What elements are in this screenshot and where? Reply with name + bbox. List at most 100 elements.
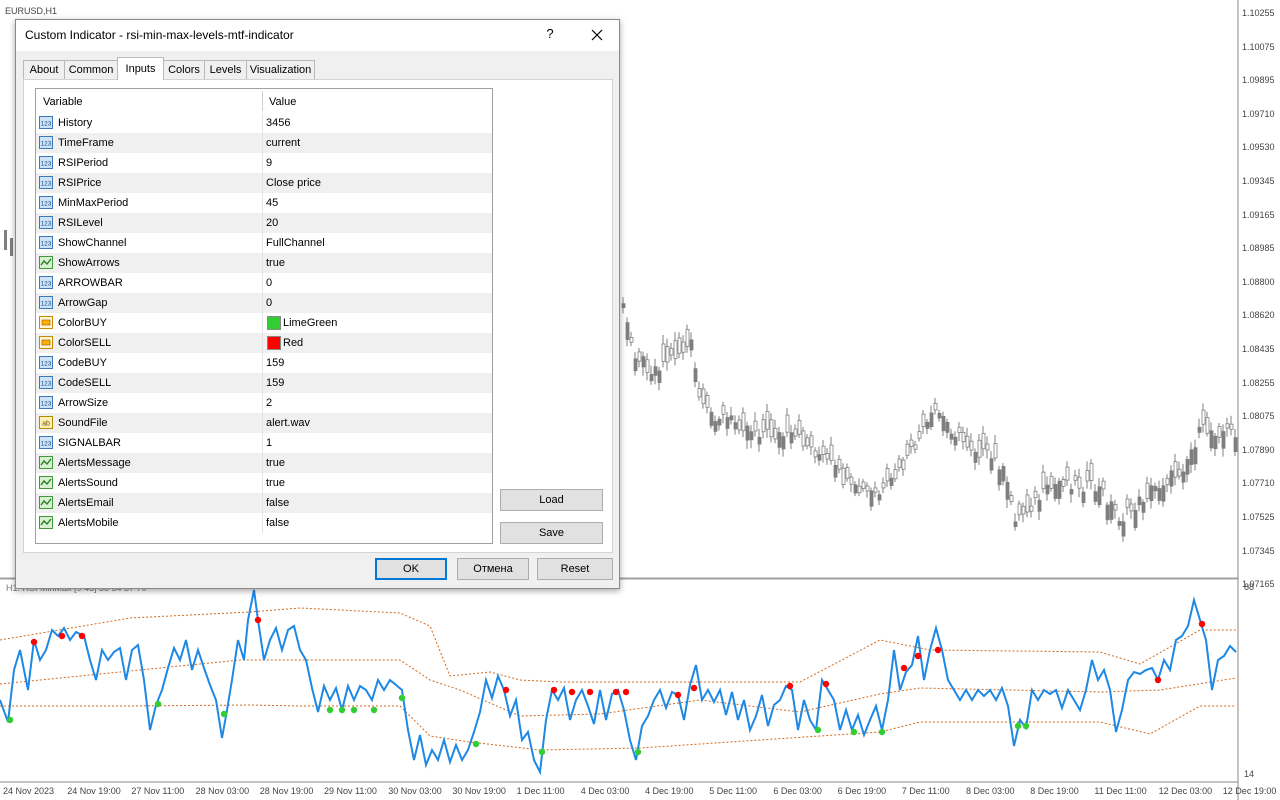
time-tick: 1 Dec 11:00 (516, 786, 565, 796)
column-variable[interactable]: Variable (43, 96, 83, 108)
reset-button[interactable]: Reset (537, 558, 613, 580)
param-row[interactable]: 123 RSIPeriod 9 (36, 153, 492, 173)
candle (673, 340, 678, 360)
param-row[interactable]: 123 CodeSELL 159 (36, 373, 492, 393)
svg-text:123: 123 (41, 301, 52, 308)
candle (717, 418, 722, 426)
param-row[interactable]: 123 SIGNALBAR 1 (36, 433, 492, 453)
param-name: AlertsMessage (58, 457, 131, 469)
param-value-cell[interactable]: 159 (262, 353, 492, 373)
param-row[interactable]: AlertsMobile false (36, 513, 492, 533)
candle (745, 425, 750, 441)
time-tick: 4 Dec 03:00 (580, 786, 630, 796)
param-row[interactable]: 123 RSILevel 20 (36, 213, 492, 233)
param-value-cell[interactable]: 3456 (262, 113, 492, 133)
candle (957, 426, 962, 433)
param-value-cell[interactable]: Red (262, 333, 492, 353)
param-row[interactable]: AlertsMessage true (36, 453, 492, 473)
param-value-cell[interactable]: 9 (262, 153, 492, 173)
param-value-cell[interactable]: Close price (262, 173, 492, 193)
tab-visualization[interactable]: Visualization (246, 60, 315, 79)
close-button[interactable] (582, 24, 612, 46)
candle (769, 419, 774, 438)
param-value-cell[interactable]: true (262, 473, 492, 493)
bool-icon (39, 516, 53, 529)
param-value-cell[interactable]: 2 (262, 393, 492, 413)
price-tick: 1.10075 (1242, 41, 1275, 52)
param-row[interactable]: 123 MinMaxPeriod 45 (36, 193, 492, 213)
param-row[interactable]: 123 History 3456 (36, 113, 492, 133)
buy-arrow (350, 706, 358, 714)
help-button[interactable]: ? (538, 26, 562, 46)
tab-colors[interactable]: Colors (163, 60, 205, 79)
param-row[interactable]: 123 RSIPrice Close price (36, 173, 492, 193)
sell-arrow (690, 684, 698, 692)
param-row[interactable]: 123 ShowChannel FullChannel (36, 233, 492, 253)
sell-arrow (568, 688, 576, 696)
param-row[interactable]: ab SoundFile alert.wav (36, 413, 492, 433)
param-value-cell[interactable]: false (262, 493, 492, 513)
candle (993, 443, 998, 459)
param-value-cell[interactable]: current (262, 133, 492, 153)
param-row[interactable]: AlertsEmail false (36, 493, 492, 513)
candle (801, 430, 806, 447)
candle (10, 238, 13, 256)
candle (753, 420, 758, 432)
param-value: false (266, 517, 290, 529)
param-value-cell[interactable]: 0 (262, 273, 492, 293)
candle (1157, 488, 1162, 501)
inputs-grid: Variable Value 123 History 3456 123 TimeFram… (35, 88, 493, 544)
candle (1033, 490, 1038, 498)
candle (1209, 430, 1214, 449)
tab-levels[interactable]: Levels (204, 60, 247, 79)
param-value-cell[interactable]: 45 (262, 193, 492, 213)
candle (981, 432, 986, 450)
param-value-cell[interactable]: 20 (262, 213, 492, 233)
tab-inputs[interactable]: Inputs (117, 57, 164, 80)
sell-arrow (674, 691, 682, 699)
cancel-button[interactable]: Отмена (457, 558, 529, 580)
rsi-channel (0, 607, 1237, 751)
param-value-cell[interactable]: false (262, 513, 492, 533)
param-value-cell[interactable]: FullChannel (262, 233, 492, 253)
save-button[interactable]: Save (500, 522, 603, 544)
param-row[interactable]: 123 CodeBUY 159 (36, 353, 492, 373)
param-row[interactable]: ShowArrows true (36, 253, 492, 273)
candle (1001, 466, 1006, 482)
param-value-cell[interactable]: true (262, 253, 492, 273)
candle (665, 346, 670, 363)
buy-arrow (220, 710, 228, 718)
candle (705, 395, 710, 408)
param-row[interactable]: 123 ArrowGap 0 (36, 293, 492, 313)
param-value-cell[interactable]: 1 (262, 433, 492, 453)
param-name: SIGNALBAR (58, 437, 121, 449)
candle (713, 421, 718, 432)
candle (1137, 496, 1142, 506)
tab-about[interactable]: About (23, 60, 65, 79)
param-row[interactable]: ColorSELL Red (36, 333, 492, 353)
candle (941, 416, 946, 432)
column-value[interactable]: Value (269, 96, 296, 108)
param-row[interactable]: AlertsSound true (36, 473, 492, 493)
param-value-cell[interactable]: true (262, 453, 492, 473)
param-value-cell[interactable]: alert.wav (262, 413, 492, 433)
param-value-cell[interactable]: 159 (262, 373, 492, 393)
string-icon: ab (39, 416, 53, 429)
param-value-cell[interactable]: LimeGreen (262, 313, 492, 333)
param-row[interactable]: 123 ARROWBAR 0 (36, 273, 492, 293)
svg-text:123: 123 (41, 161, 52, 168)
time-tick: 5 Dec 11:00 (709, 786, 758, 796)
ok-button[interactable]: OK (375, 558, 447, 580)
param-row[interactable]: ColorBUY LimeGreen (36, 313, 492, 333)
candle (1081, 491, 1086, 503)
param-row[interactable]: 123 ArrowSize 2 (36, 393, 492, 413)
tab-common[interactable]: Common (64, 60, 118, 79)
load-button[interactable]: Load (500, 489, 603, 511)
time-tick: 28 Nov 03:00 (195, 786, 250, 796)
candle (1045, 484, 1050, 495)
param-value-cell[interactable]: 0 (262, 293, 492, 313)
param-row[interactable]: 123 TimeFrame current (36, 133, 492, 153)
param-name: MinMaxPeriod (58, 197, 129, 209)
candle (861, 481, 866, 489)
dialog-titlebar[interactable]: Custom Indicator - rsi-min-max-levels-mt… (16, 20, 619, 51)
